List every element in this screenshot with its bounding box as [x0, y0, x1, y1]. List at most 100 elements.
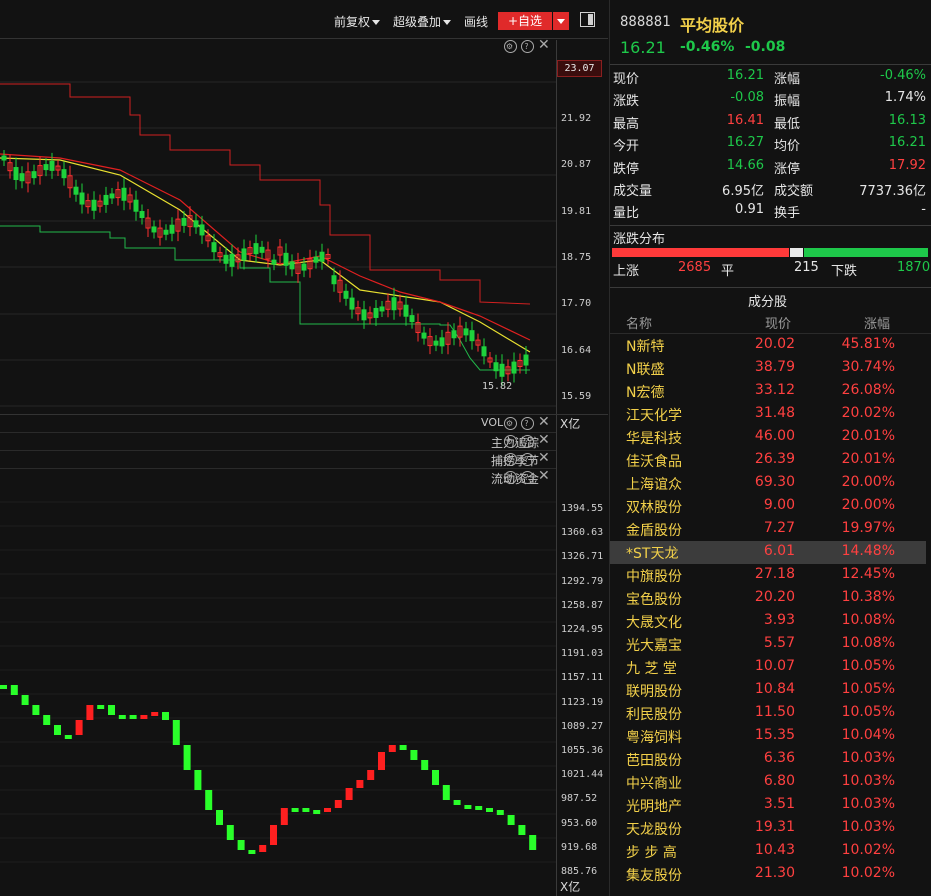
- capital-flow-chart[interactable]: [0, 490, 556, 870]
- capital-tick-label: 919.68: [561, 841, 598, 853]
- component-row[interactable]: N新特 20.02 45.81%: [610, 334, 926, 357]
- stock-code: 888881: [620, 14, 671, 30]
- component-pct: 10.05%: [841, 704, 895, 720]
- component-row[interactable]: 联明股份 10.84 10.05%: [610, 679, 926, 702]
- component-price: 31.48: [754, 405, 795, 421]
- candle-body: [511, 361, 517, 374]
- quote-value: 16.21: [726, 68, 764, 83]
- close-icon[interactable]: ✕: [538, 451, 550, 465]
- candle-body: [109, 193, 115, 199]
- close-icon[interactable]: ✕: [538, 433, 550, 447]
- indicator-divider: [0, 468, 556, 469]
- close-icon[interactable]: ✕: [538, 415, 550, 429]
- help-icon[interactable]: ?: [521, 471, 534, 484]
- quote-label: 今开: [613, 139, 640, 155]
- component-row[interactable]: 华是科技 46.00 20.01%: [610, 426, 926, 449]
- quote-value: -0.08: [730, 90, 764, 106]
- component-pct: 10.04%: [841, 727, 895, 743]
- capital-tick-label: 1360.63: [561, 527, 604, 539]
- component-row[interactable]: 光明地产 3.51 10.03%: [610, 794, 926, 817]
- flow-bar: [507, 815, 515, 825]
- component-row[interactable]: 芭田股份 6.36 10.03%: [610, 748, 926, 771]
- component-row[interactable]: 步 步 高 10.43 10.02%: [610, 840, 926, 863]
- col-header-pct[interactable]: 涨幅: [864, 313, 890, 332]
- candle-body: [121, 187, 127, 201]
- component-row[interactable]: 金盾股份 7.27 19.97%: [610, 518, 926, 541]
- component-price: 10.84: [754, 681, 795, 697]
- component-name: 天龙股份: [626, 822, 682, 838]
- col-header-price[interactable]: 现价: [765, 313, 791, 332]
- draw-line-button[interactable]: 画线: [464, 13, 488, 30]
- quote-value: 14.66: [726, 157, 764, 173]
- component-name: 金盾股份: [626, 523, 682, 539]
- candle-body: [49, 160, 55, 171]
- capital-tick-label: 1021.44: [561, 769, 604, 781]
- component-row[interactable]: N宏德 33.12 26.08%: [610, 380, 926, 403]
- component-row[interactable]: 江天化学 31.48 20.02%: [610, 403, 926, 426]
- quote-row: 量比 0.91 换手 -: [610, 202, 931, 224]
- quote-value: -0.46%: [880, 68, 926, 83]
- component-row[interactable]: 中兴商业 6.80 10.03%: [610, 771, 926, 794]
- distribution-down-segment: [804, 248, 928, 257]
- flow-bar: [453, 800, 461, 805]
- panel-toggle-icon[interactable]: [580, 12, 595, 27]
- vol-divider: [0, 414, 608, 415]
- component-row[interactable]: 大晟文化 3.93 10.08%: [610, 610, 926, 633]
- component-row[interactable]: 粤海饲料 15.35 10.04%: [610, 725, 926, 748]
- component-row[interactable]: N联盛 38.79 30.74%: [610, 357, 926, 380]
- add-watchlist-button[interactable]: +自选: [498, 12, 552, 30]
- adjust-label: 前复权: [334, 15, 371, 29]
- settings-icon[interactable]: ⚙: [504, 417, 517, 430]
- component-row[interactable]: 天龙股份 19.31 10.03%: [610, 817, 926, 840]
- component-row[interactable]: 宝色股份 20.20 10.38%: [610, 587, 926, 610]
- flow-bar: [183, 745, 191, 770]
- component-row[interactable]: 双林股份 9.00 20.00%: [610, 495, 926, 518]
- flow-bar: [399, 745, 407, 750]
- component-price: 19.31: [754, 819, 795, 835]
- help-icon[interactable]: ?: [521, 417, 534, 430]
- down-label: 下跌: [831, 264, 858, 279]
- indicator-controls: ⚙? ✕: [504, 451, 550, 466]
- close-icon[interactable]: ✕: [538, 469, 550, 483]
- component-row[interactable]: 集友股份 21.30 10.02%: [610, 863, 926, 886]
- price-tick-label: 21.92: [561, 113, 592, 124]
- price-tick-label: 16.64: [561, 344, 592, 356]
- flow-bar: [291, 808, 299, 812]
- candle-body: [19, 173, 25, 182]
- chart-toolbar: 前复权 超级叠加 画线 +自选: [0, 0, 608, 40]
- vol-controls: ⚙? ✕: [504, 415, 550, 430]
- candle-body: [523, 354, 529, 366]
- quote-label: 量比: [613, 206, 640, 222]
- settings-icon[interactable]: ⚙: [504, 435, 517, 448]
- component-row[interactable]: 利民股份 11.50 10.05%: [610, 702, 926, 725]
- flow-bar: [302, 808, 310, 812]
- help-icon[interactable]: ?: [521, 435, 534, 448]
- component-row[interactable]: 光大嘉宝 5.57 10.08%: [610, 633, 926, 656]
- component-row[interactable]: 上海谊众 69.30 20.00%: [610, 472, 926, 495]
- candlestick-chart[interactable]: 15.82: [0, 40, 556, 410]
- candle-body: [193, 220, 199, 228]
- flow-bar: [280, 808, 288, 825]
- component-row[interactable]: *ST天龙 6.01 14.48%: [610, 541, 926, 564]
- settings-icon[interactable]: ⚙: [504, 453, 517, 466]
- flow-bar: [518, 825, 526, 835]
- overlay-label: 超级叠加: [393, 15, 442, 29]
- help-icon[interactable]: ?: [521, 453, 534, 466]
- quote-label: 最低: [774, 116, 801, 132]
- component-price: 7.27: [763, 520, 795, 536]
- quote-value: 6.95亿: [722, 184, 764, 199]
- overlay-dropdown[interactable]: 超级叠加: [393, 13, 452, 30]
- lower-band-line: [0, 225, 530, 371]
- component-row[interactable]: 中旗股份 27.18 12.45%: [610, 564, 926, 587]
- component-row[interactable]: 九 芝 堂 10.07 10.05%: [610, 656, 926, 679]
- col-header-name[interactable]: 名称: [626, 313, 652, 332]
- adjust-dropdown[interactable]: 前复权: [334, 13, 381, 30]
- component-row[interactable]: 佳沃食品 26.39 20.01%: [610, 449, 926, 472]
- candle-body: [79, 192, 85, 205]
- settings-icon[interactable]: ⚙: [504, 471, 517, 484]
- component-price: 6.36: [763, 750, 795, 766]
- add-watchlist-dropdown[interactable]: [553, 12, 569, 30]
- quote-label: 成交量: [613, 184, 653, 199]
- component-name: 上海谊众: [626, 477, 682, 493]
- component-name: N宏德: [626, 385, 665, 401]
